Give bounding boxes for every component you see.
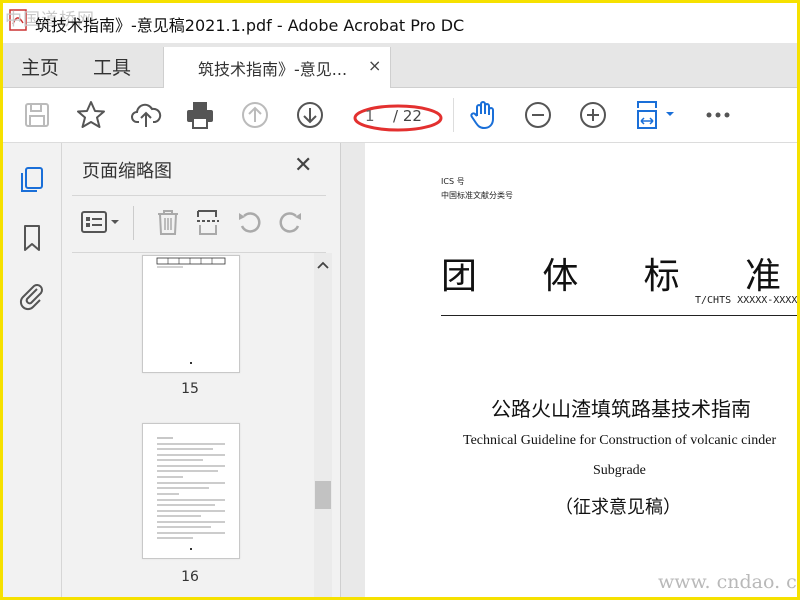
thumbnail-options-icon[interactable] [80, 208, 126, 236]
navigation-rail [3, 143, 62, 597]
document-page: ICS 号 中国标准文献分类号 团 体 标 准 T/CHTS XXXXX-XXX… [365, 143, 798, 597]
page-number-indicator[interactable]: 1 / 22 [353, 103, 443, 132]
panel-title: 页面缩略图 [82, 161, 172, 182]
toolbar-divider [453, 98, 454, 132]
bookmarks-icon[interactable] [17, 223, 47, 253]
print-icon[interactable] [184, 99, 216, 131]
attachments-icon[interactable] [17, 281, 47, 311]
tab-document[interactable]: 筑技术指南》-意见... × [163, 47, 391, 88]
current-page-input[interactable]: 1 [365, 107, 375, 125]
standard-code: T/CHTS XXXXX-XXXX [695, 295, 798, 306]
document-title-en-line2: Subgrade [593, 463, 646, 478]
window-title: 筑技术指南》-意见稿2021.1.pdf - Adobe Acrobat Pro… [35, 16, 465, 35]
thumbnail-toolbar-divider [133, 206, 134, 240]
tab-tools[interactable]: 工具 [93, 53, 131, 80]
more-icon[interactable] [702, 99, 734, 131]
hand-tool-icon[interactable] [467, 99, 499, 131]
rotate-right-icon[interactable] [276, 208, 304, 236]
document-view: ICS 号 中国标准文献分类号 团 体 标 准 T/CHTS XXXXX-XXX… [341, 143, 797, 597]
bookmark-star-icon[interactable] [75, 99, 107, 131]
thumbnails-panel: 页面缩略图 ✕ 15 16 [62, 143, 341, 597]
page-down-icon[interactable] [294, 99, 326, 131]
heading-char: 准 [744, 256, 781, 297]
delete-page-icon[interactable] [154, 208, 182, 236]
document-tab-label: 筑技术指南》-意见... [198, 60, 348, 79]
document-title-cn: 公路火山渣填筑路基技术指南 [491, 397, 751, 421]
close-panel-icon[interactable]: ✕ [294, 153, 312, 178]
zoom-out-icon[interactable] [522, 99, 554, 131]
save-icon[interactable] [21, 99, 53, 131]
standard-heading: 团 体 标 准 [441, 247, 781, 299]
ics-label: ICS 号 [441, 177, 465, 186]
close-tab-icon[interactable]: × [368, 56, 381, 75]
heading-char: 团 [441, 256, 478, 297]
heading-rule [441, 315, 797, 316]
thumbnail-list: 15 16 [62, 253, 340, 597]
document-title-en-line1: Technical Guideline for Construction of … [463, 433, 777, 448]
thumbnail-page-label: 16 [181, 569, 199, 585]
url-watermark: www. cndao. com [658, 571, 797, 593]
thumbnail-toolbar [72, 195, 326, 253]
total-pages: / 22 [393, 107, 422, 125]
tab-bar: 主页 工具 筑技术指南》-意见... × [3, 43, 797, 88]
thumbnail-page-label: 15 [181, 381, 199, 397]
main-toolbar: 1 / 22 [3, 88, 797, 143]
app-window: 中国道桥网 筑技术指南》-意见稿2021.1.pdf - Adobe Acrob… [0, 0, 800, 600]
scroll-up-icon[interactable] [317, 259, 329, 274]
title-bar: 中国道桥网 筑技术指南》-意见稿2021.1.pdf - Adobe Acrob… [3, 3, 797, 43]
classification-label: 中国标准文献分类号 [441, 191, 513, 200]
cloud-upload-icon[interactable] [130, 99, 162, 131]
tab-home[interactable]: 主页 [21, 53, 59, 80]
scrollbar-thumb[interactable] [315, 481, 331, 509]
zoom-in-icon[interactable] [577, 99, 609, 131]
extract-page-icon[interactable] [194, 208, 222, 236]
thumbnail-scrollbar[interactable] [314, 253, 332, 597]
page-up-icon[interactable] [239, 99, 271, 131]
heading-char: 体 [542, 256, 579, 297]
heading-char: 标 [643, 256, 680, 297]
draft-label: （征求意见稿） [555, 497, 681, 518]
page-thumbnails-icon[interactable] [17, 165, 47, 195]
fit-page-icon[interactable] [633, 99, 679, 131]
page-thumbnail-16[interactable] [142, 423, 240, 559]
rotate-left-icon[interactable] [236, 208, 264, 236]
page-thumbnail-15[interactable] [142, 255, 240, 373]
